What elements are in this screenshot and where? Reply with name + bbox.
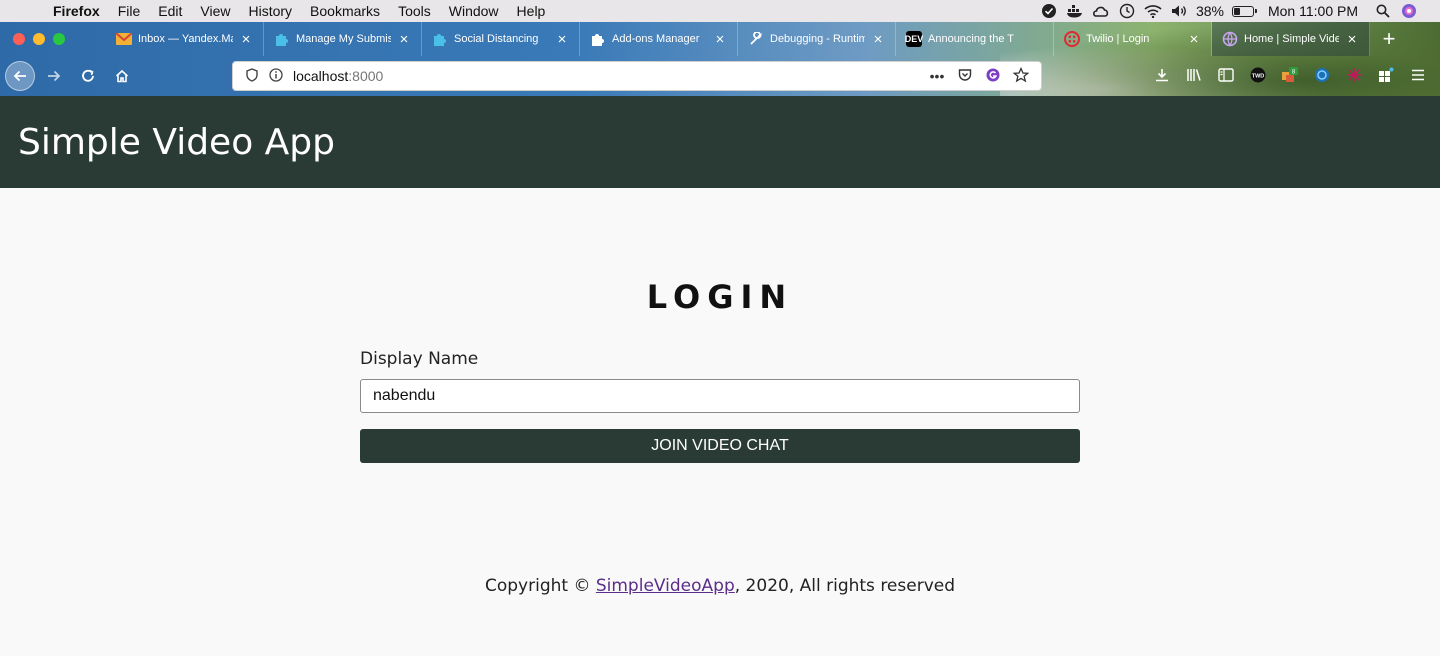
bookmark-star-icon[interactable]: [1007, 66, 1035, 86]
menu-edit[interactable]: Edit: [158, 3, 182, 19]
creative-cloud-icon[interactable]: [1092, 3, 1110, 19]
site-info-icon[interactable]: [265, 67, 287, 85]
login-heading: LOGIN: [646, 278, 794, 316]
display-name-input[interactable]: [360, 379, 1080, 413]
tab-title: Social Distancing: [454, 33, 539, 45]
window-controls: [13, 33, 106, 45]
spotlight-search-icon[interactable]: [1374, 3, 1392, 19]
back-button[interactable]: [5, 61, 35, 91]
reload-button[interactable]: [73, 61, 103, 91]
badge-extension-icon[interactable]: 8: [1274, 66, 1306, 86]
page-actions-icon[interactable]: •••: [923, 68, 951, 84]
tab-title: Home | Simple Video App: [1244, 33, 1339, 45]
menu-bookmarks[interactable]: Bookmarks: [310, 3, 380, 19]
tab-twilio-login[interactable]: Twilio | Login ×: [1054, 22, 1212, 56]
tab-title: Announcing the T: [928, 33, 1015, 45]
gmail-icon: [116, 31, 132, 47]
tab-addons-manager[interactable]: Add-ons Manager ×: [580, 22, 738, 56]
menu-tools[interactable]: Tools: [398, 3, 431, 19]
url-port: :8000: [348, 68, 384, 84]
tab-home-simple-video-app[interactable]: Home | Simple Video App ×: [1212, 22, 1370, 56]
tab-announcing[interactable]: DEV Announcing the T: [896, 22, 1054, 56]
dev-icon: DEV: [905, 31, 923, 47]
time-machine-icon[interactable]: [1118, 3, 1136, 19]
circle-extension-icon[interactable]: [1306, 67, 1338, 86]
puzzle-blue-icon: [432, 31, 448, 47]
menu-file[interactable]: File: [118, 3, 141, 19]
macos-menubar: Firefox File Edit View History Bookmarks…: [0, 0, 1440, 22]
clock[interactable]: Mon 11:00 PM: [1268, 3, 1358, 19]
globe-icon: [1222, 31, 1238, 47]
menu-help[interactable]: Help: [517, 3, 546, 19]
footer: Copyright © SimpleVideoApp, 2020, All ri…: [0, 576, 1440, 596]
url-host: localhost: [293, 68, 349, 84]
battery-percent[interactable]: 38%: [1196, 3, 1224, 19]
footer-prefix: Copyright ©: [484, 576, 596, 596]
extension-g-icon[interactable]: [979, 68, 1007, 85]
puzzle-blue-icon: [274, 31, 290, 47]
close-tab-icon[interactable]: ×: [1345, 31, 1359, 48]
siri-icon[interactable]: [1400, 3, 1418, 19]
forward-button[interactable]: [39, 61, 69, 91]
sidebar-icon[interactable]: [1210, 67, 1242, 85]
wrench-icon: [748, 31, 764, 47]
tracking-protection-shield-icon[interactable]: [239, 67, 265, 85]
svg-text:TWD: TWD: [1252, 73, 1265, 79]
close-tab-icon[interactable]: ×: [713, 31, 727, 48]
nav-toolbar: localhost:8000 ••• TWD 8: [0, 56, 1440, 96]
close-tab-icon[interactable]: ×: [871, 31, 885, 48]
footer-suffix: , 2020, All rights reserved: [734, 576, 956, 596]
tab-social-distancing[interactable]: Social Distancing ×: [422, 22, 580, 56]
check-circle-icon[interactable]: [1040, 3, 1058, 19]
puzzle-icon: [590, 31, 606, 47]
library-icon[interactable]: [1178, 68, 1210, 85]
menu-view[interactable]: View: [200, 3, 230, 19]
browser-chrome: Inbox — Yandex.Mail × Manage My Submissi…: [0, 22, 1440, 96]
battery-icon[interactable]: [1231, 5, 1257, 17]
pocket-icon[interactable]: [951, 68, 979, 85]
volume-icon[interactable]: [1170, 3, 1188, 19]
join-video-chat-button[interactable]: JOIN VIDEO CHAT: [360, 429, 1080, 463]
toolbar-right: TWD 8: [1146, 62, 1434, 90]
twilio-icon: [1064, 31, 1080, 47]
new-tab-button[interactable]: +: [1374, 22, 1404, 56]
url-bar[interactable]: localhost:8000 •••: [232, 61, 1042, 91]
hamburger-menu-icon[interactable]: [1402, 68, 1434, 84]
battery-fill: [1233, 7, 1241, 15]
display-name-label: Display Name: [360, 349, 479, 369]
close-tab-icon[interactable]: ×: [239, 31, 253, 48]
url-actions: •••: [923, 62, 1035, 90]
app-title: Simple Video App: [18, 122, 336, 163]
tab-title: Add-ons Manager: [612, 33, 700, 45]
twd-extension-icon[interactable]: TWD: [1242, 67, 1274, 86]
docker-icon[interactable]: [1066, 3, 1084, 19]
close-tab-icon[interactable]: ×: [1187, 31, 1201, 48]
tab-title: Twilio | Login: [1086, 33, 1150, 45]
downloads-icon[interactable]: [1146, 68, 1178, 85]
menu-history[interactable]: History: [248, 3, 292, 19]
wifi-icon[interactable]: [1144, 3, 1162, 19]
menubar-status-area: 38% Mon 11:00 PM: [1040, 0, 1440, 22]
flower-extension-icon[interactable]: [1338, 67, 1370, 86]
menu-window[interactable]: Window: [449, 3, 499, 19]
close-tab-icon[interactable]: ×: [397, 31, 411, 48]
minimize-window-button[interactable]: [33, 33, 45, 45]
zoom-window-button[interactable]: [53, 33, 65, 45]
tab-manage-submissions[interactable]: Manage My Submissions ×: [264, 22, 422, 56]
tab-bar: Inbox — Yandex.Mail × Manage My Submissi…: [0, 22, 1440, 56]
extensions-grid-icon[interactable]: [1370, 67, 1402, 86]
tab-title: Debugging - Runtime: [770, 33, 865, 45]
footer-link[interactable]: SimpleVideoApp: [596, 576, 735, 596]
menu-firefox[interactable]: Firefox: [53, 3, 100, 19]
tab-title: Inbox — Yandex.Mail: [138, 33, 233, 45]
tab-inbox[interactable]: Inbox — Yandex.Mail ×: [106, 22, 264, 56]
app-header: Simple Video App: [0, 96, 1440, 188]
close-tab-icon[interactable]: ×: [555, 31, 569, 48]
tab-debugging[interactable]: Debugging - Runtime ×: [738, 22, 896, 56]
home-button[interactable]: [107, 61, 137, 91]
tab-title: Manage My Submissions: [296, 33, 391, 45]
close-window-button[interactable]: [13, 33, 25, 45]
